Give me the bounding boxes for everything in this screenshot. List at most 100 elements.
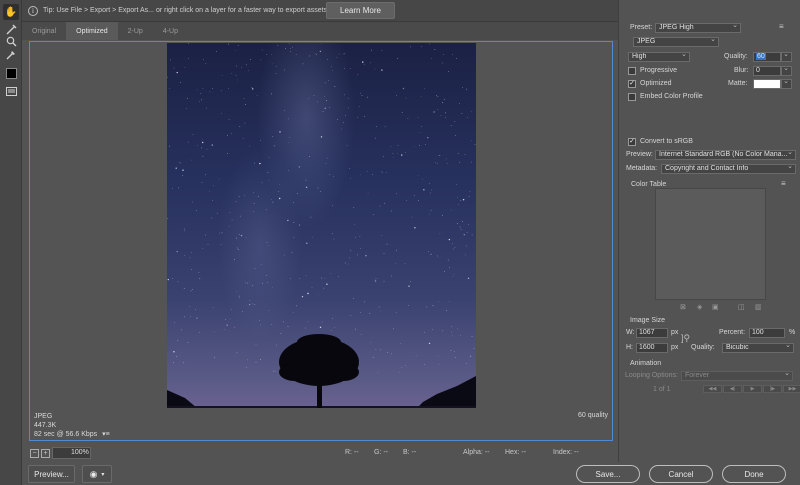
star <box>177 281 179 282</box>
star <box>367 170 368 172</box>
star <box>235 50 236 52</box>
last-frame-icon[interactable]: ▶▶ <box>783 385 800 393</box>
optimized-checkbox[interactable]: ✓ <box>628 80 636 88</box>
star <box>251 87 253 88</box>
color-table[interactable] <box>655 188 766 300</box>
star <box>323 287 325 289</box>
first-frame-icon[interactable]: ◀◀ <box>703 385 722 393</box>
constrain-proportions-icon[interactable]: ]⚲ <box>681 333 690 344</box>
star <box>465 254 467 256</box>
hand-tool-icon[interactable]: ✋ <box>3 4 19 20</box>
star <box>384 126 386 128</box>
new-color-icon[interactable]: ◫ <box>738 303 745 311</box>
star <box>265 53 267 55</box>
download-rate-menu-icon[interactable]: ▾≡ <box>102 431 110 438</box>
trash-icon[interactable]: ▥ <box>755 303 762 311</box>
tab-original[interactable]: Original <box>22 22 66 40</box>
looping-options-select[interactable]: Forever <box>681 371 793 381</box>
progressive-checkbox[interactable] <box>628 67 636 75</box>
zoom-level-select[interactable]: 100% <box>52 447 91 459</box>
color-table-menu-icon[interactable]: ≡ <box>781 179 786 188</box>
star <box>305 186 308 188</box>
star <box>184 229 185 231</box>
next-frame-icon[interactable]: |▶ <box>763 385 782 393</box>
matte-select[interactable] <box>781 79 792 89</box>
resample-quality-select[interactable]: Bicubic <box>722 343 794 353</box>
metadata-select[interactable]: Copyright and Contact Info <box>661 164 796 174</box>
star <box>447 259 449 261</box>
blur-slider-toggle[interactable] <box>781 66 792 76</box>
star <box>243 98 245 99</box>
optimized-preview-pane[interactable]: JPEG 447.3K 82 sec @ 56.6 Kbps ▾≡ 60 qua… <box>29 41 613 441</box>
star <box>308 55 310 57</box>
star <box>236 79 238 81</box>
star <box>402 87 405 90</box>
width-field[interactable]: 1067 <box>636 328 668 338</box>
star <box>265 209 267 211</box>
settings-menu-icon[interactable]: ≡ <box>779 22 784 31</box>
compression-quality-select[interactable]: High <box>628 52 690 62</box>
star <box>268 180 270 182</box>
star <box>322 111 324 113</box>
star <box>423 88 425 90</box>
star <box>296 305 297 307</box>
toggle-slices-visibility-icon[interactable] <box>3 83 19 99</box>
learn-more-button[interactable]: Learn More <box>326 2 395 19</box>
preview-button[interactable]: Preview... <box>28 465 75 483</box>
percent-field[interactable]: 100 <box>749 328 785 338</box>
star <box>381 50 383 51</box>
star <box>431 58 433 59</box>
star <box>392 153 394 155</box>
star <box>419 145 420 147</box>
star <box>353 298 355 299</box>
star <box>167 278 169 281</box>
star <box>411 216 413 218</box>
star <box>430 253 432 255</box>
color-preview-select[interactable]: Internet Standard RGB (No Color Mana... <box>655 150 796 160</box>
star <box>331 205 333 207</box>
star <box>195 308 197 310</box>
star <box>272 201 274 203</box>
lock-color-icon[interactable]: ▣ <box>712 303 719 311</box>
play-icon[interactable]: ▶ <box>743 385 762 393</box>
star <box>283 321 285 323</box>
quality-slider-toggle[interactable] <box>781 52 792 62</box>
eyedropper-color-swatch[interactable] <box>6 68 17 79</box>
star <box>244 195 245 197</box>
embed-color-profile-checkbox[interactable] <box>628 93 636 101</box>
map-color-transparent-icon[interactable]: ⊠ <box>680 303 686 311</box>
star <box>382 156 384 157</box>
convert-srgb-checkbox[interactable]: ✓ <box>628 138 636 146</box>
star <box>252 88 254 90</box>
star <box>470 111 472 113</box>
star <box>363 116 365 117</box>
eyedropper-tool-icon[interactable] <box>3 46 19 62</box>
matte-color-swatch[interactable] <box>753 79 781 89</box>
cancel-button[interactable]: Cancel <box>649 465 713 483</box>
star <box>452 54 454 56</box>
star <box>464 154 466 155</box>
height-label: H: <box>626 344 633 351</box>
star <box>272 286 273 288</box>
tab-4-up[interactable]: 4-Up <box>153 22 188 40</box>
done-button[interactable]: Done <box>722 465 786 483</box>
star <box>360 312 362 313</box>
tab-2-up[interactable]: 2-Up <box>118 22 153 40</box>
browser-preview-button[interactable]: ◉ ▾ <box>82 465 112 483</box>
tab-optimized[interactable]: Optimized <box>66 22 118 40</box>
zoom-out-button[interactable]: − <box>30 449 39 458</box>
height-field[interactable]: 1600 <box>636 343 668 353</box>
star <box>450 209 452 211</box>
preview-image[interactable] <box>167 43 476 408</box>
shift-web-palette-icon[interactable]: ◈ <box>697 303 702 311</box>
blur-field[interactable]: 0 <box>753 66 781 76</box>
preset-select[interactable]: JPEG High <box>655 23 741 33</box>
quality-field[interactable]: 60 <box>753 52 781 62</box>
star <box>189 257 191 259</box>
file-format-select[interactable]: JPEG <box>633 37 719 47</box>
previous-frame-icon[interactable]: ◀| <box>723 385 742 393</box>
save-button[interactable]: Save... <box>576 465 640 483</box>
star <box>338 276 339 277</box>
zoom-in-button[interactable]: + <box>41 449 50 458</box>
image-size-label: Image Size <box>630 317 666 324</box>
